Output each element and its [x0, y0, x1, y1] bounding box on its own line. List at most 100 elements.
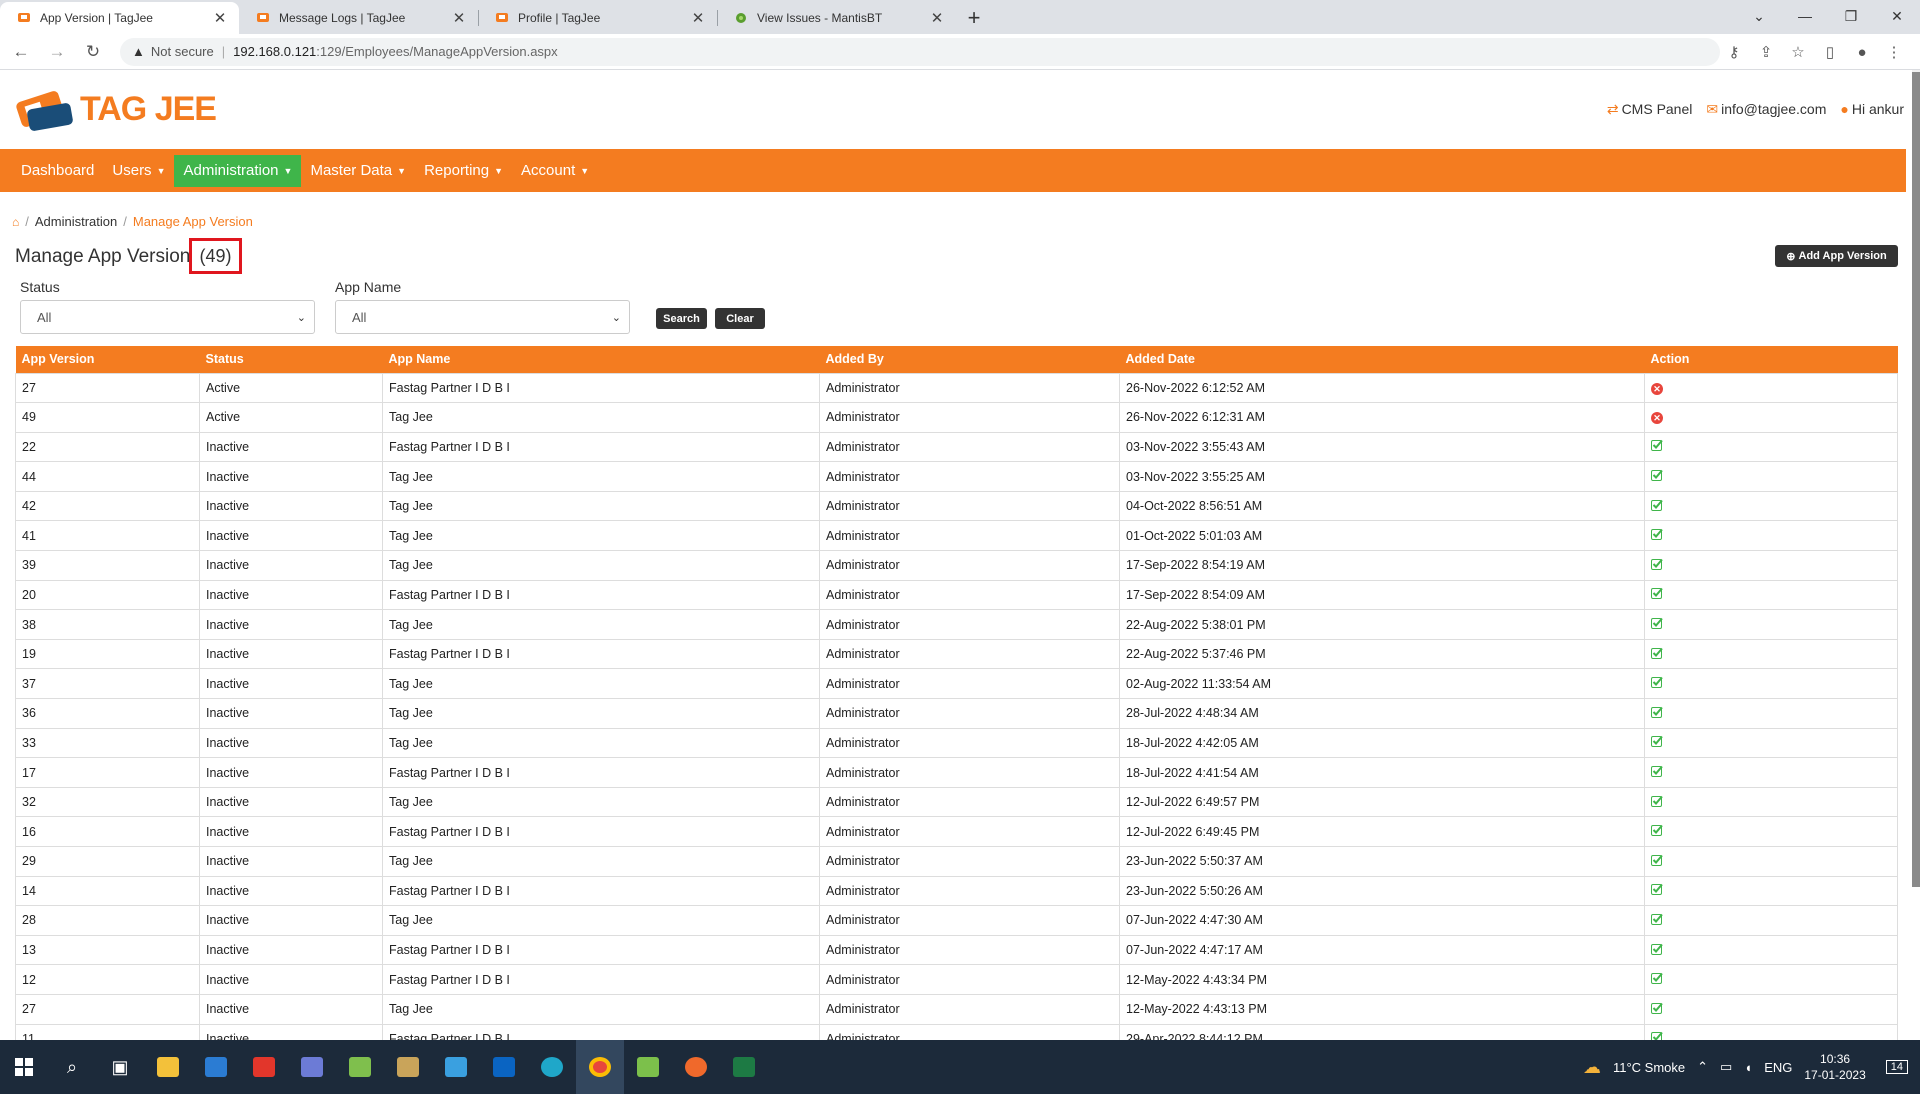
restore-icon[interactable]: ❐ [1828, 0, 1874, 32]
browser-tab-profile[interactable]: Profile | TagJee ✕ [478, 2, 717, 34]
side-panel-icon[interactable]: ▯ [1814, 43, 1846, 61]
breadcrumb-administration[interactable]: Administration [35, 214, 117, 229]
windows-start-icon[interactable] [0, 1040, 48, 1094]
notification-center-icon[interactable]: 14 [1885, 1060, 1908, 1074]
status-filter: Status All ⌄ [20, 279, 315, 334]
forward-arrow-icon[interactable]: → [42, 37, 72, 67]
anydesk-icon[interactable] [240, 1040, 288, 1094]
close-window-icon[interactable]: ✕ [1874, 0, 1920, 32]
tab-search-icon[interactable]: ⌄ [1736, 0, 1782, 32]
deactivate-icon[interactable]: ✕ [1651, 412, 1663, 425]
browser-tab-app-version[interactable]: App Version | TagJee ✕ [0, 2, 239, 34]
activate-checkbox-icon[interactable] [1651, 706, 1663, 718]
activate-checkbox-icon[interactable] [1651, 647, 1663, 659]
activate-checkbox-icon[interactable] [1651, 558, 1663, 570]
activate-checkbox-icon[interactable] [1651, 499, 1663, 511]
activate-checkbox-icon[interactable] [1651, 439, 1663, 452]
search-icon[interactable]: ⌕ [48, 1040, 96, 1094]
activate-checkbox-icon[interactable] [1651, 883, 1663, 896]
deactivate-icon[interactable]: ✕ [1651, 382, 1663, 395]
email-link[interactable]: ✉ info@tagjee.com [1706, 101, 1826, 118]
activate-checkbox-icon[interactable] [1651, 913, 1663, 925]
activate-checkbox-icon[interactable] [1651, 735, 1663, 748]
archive-icon[interactable] [384, 1040, 432, 1094]
warning-triangle-icon[interactable]: ▲ [132, 44, 145, 59]
activate-checkbox-icon[interactable] [1651, 676, 1663, 689]
activate-checkbox-icon[interactable] [1651, 765, 1663, 778]
xampp-icon[interactable] [624, 1040, 672, 1094]
activate-checkbox-icon[interactable] [1651, 824, 1663, 837]
clock[interactable]: 10:36 17-01-2023 [1804, 1051, 1865, 1083]
new-tab-button[interactable]: + [956, 2, 992, 34]
back-arrow-icon[interactable]: ← [6, 37, 36, 67]
close-tab-icon[interactable]: ✕ [928, 9, 946, 27]
clear-button[interactable]: Clear [715, 308, 765, 329]
activate-checkbox-icon[interactable] [1651, 617, 1663, 630]
activate-checkbox-icon[interactable] [1651, 469, 1663, 482]
activate-checkbox-icon[interactable] [1651, 1002, 1663, 1014]
chevron-up-icon[interactable]: ⌃ [1697, 1059, 1708, 1075]
app-name-select[interactable]: All ⌄ [335, 300, 630, 334]
status-select[interactable]: All ⌄ [20, 300, 315, 334]
weather-icon[interactable]: ☁ [1583, 1057, 1601, 1078]
excel-icon[interactable] [720, 1040, 768, 1094]
mail-icon[interactable] [192, 1040, 240, 1094]
col-app-name[interactable]: App Name [382, 346, 820, 373]
menu-users[interactable]: Users ▼ [103, 155, 174, 187]
col-status[interactable]: Status [199, 346, 383, 373]
scrollbar-thumb[interactable] [1912, 72, 1920, 887]
minimize-icon[interactable]: — [1782, 0, 1828, 32]
close-tab-icon[interactable]: ✕ [689, 9, 707, 27]
activate-checkbox-icon[interactable] [1651, 528, 1663, 541]
network-icon[interactable]: ▭ [1720, 1059, 1732, 1075]
url-input[interactable]: ▲ Not secure | 192.168.0.121:129/Employe… [120, 37, 1720, 66]
menu-reporting[interactable]: Reporting ▼ [415, 155, 512, 187]
activate-checkbox-icon[interactable] [1651, 587, 1663, 600]
home-icon[interactable]: ⌂ [12, 215, 19, 229]
reload-icon[interactable]: ↻ [78, 37, 108, 67]
profile-avatar-icon[interactable]: ● [1846, 44, 1878, 61]
task-view-icon[interactable]: ▣ [96, 1040, 144, 1094]
language-indicator[interactable]: ENG [1764, 1060, 1792, 1075]
page-scrollbar[interactable] [1912, 70, 1920, 887]
chrome-icon[interactable] [576, 1040, 624, 1094]
clock-date: 17-01-2023 [1804, 1068, 1866, 1082]
edge-icon[interactable] [528, 1040, 576, 1094]
col-app-version[interactable]: App Version [15, 346, 200, 373]
notepad-icon[interactable] [336, 1040, 384, 1094]
tagjee-logo[interactable]: TAG JEE [14, 84, 217, 134]
network-app-icon[interactable] [432, 1040, 480, 1094]
col-added-by[interactable]: Added By [819, 346, 1120, 373]
activate-checkbox-icon[interactable] [1651, 972, 1663, 985]
cell-added-by: Administrator [819, 609, 1120, 640]
kebab-menu-icon[interactable]: ⋮ [1878, 43, 1910, 61]
activate-checkbox-icon[interactable] [1651, 795, 1663, 807]
firefox-icon[interactable] [672, 1040, 720, 1094]
outlook-icon[interactable] [480, 1040, 528, 1094]
share-icon[interactable]: ⇪ [1750, 43, 1782, 61]
menu-dashboard[interactable]: Dashboard [12, 155, 103, 187]
close-tab-icon[interactable]: ✕ [450, 9, 468, 27]
key-icon[interactable]: ⚷ [1718, 43, 1750, 61]
weather-text[interactable]: 11°C Smoke [1613, 1060, 1685, 1075]
menu-administration[interactable]: Administration ▼ [174, 154, 302, 187]
file-explorer-icon[interactable] [144, 1040, 192, 1094]
user-greeting[interactable]: ● Hi ankur [1840, 101, 1904, 118]
cms-panel-link[interactable]: ⇄ CMS Panel [1607, 101, 1693, 118]
close-tab-icon[interactable]: ✕ [211, 9, 229, 27]
browser-tab-mantis[interactable]: View Issues - MantisBT ✕ [717, 2, 956, 34]
activate-checkbox-icon[interactable] [1651, 854, 1663, 866]
mantis-bug-icon [733, 10, 749, 26]
star-icon[interactable]: ☆ [1782, 43, 1814, 61]
volume-icon[interactable]: ◖ [1744, 1060, 1752, 1075]
col-added-date[interactable]: Added Date [1119, 346, 1645, 373]
menu-account[interactable]: Account ▼ [512, 155, 598, 187]
search-button[interactable]: Search [656, 308, 707, 329]
not-secure-label[interactable]: Not secure [151, 44, 214, 59]
app-icon[interactable] [288, 1040, 336, 1094]
envelope-icon: ✉ [1706, 101, 1719, 117]
browser-tab-message-logs[interactable]: Message Logs | TagJee ✕ [239, 2, 478, 34]
menu-master-data[interactable]: Master Data ▼ [301, 155, 415, 187]
activate-checkbox-icon[interactable] [1651, 943, 1663, 955]
add-app-version-button[interactable]: ⊕ Add App Version [1775, 245, 1898, 267]
